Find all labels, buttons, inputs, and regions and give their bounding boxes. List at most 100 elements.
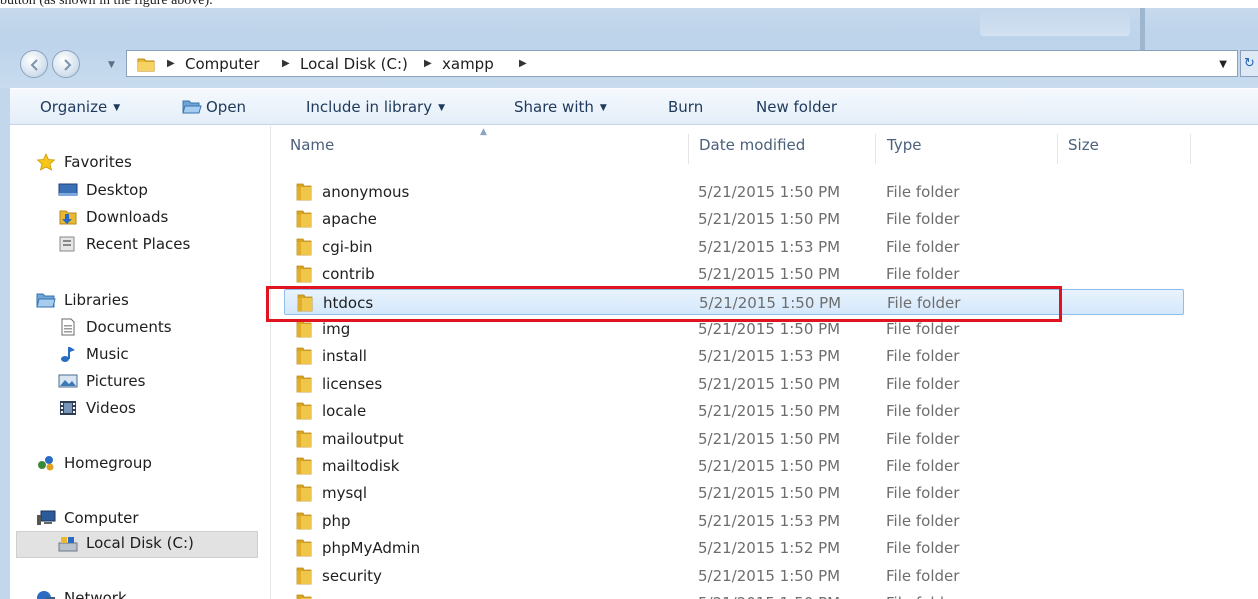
table-row[interactable]: mailoutput 5/21/2015 1:50 PM File folder — [284, 426, 1184, 452]
share-with-button[interactable]: Share with ▼ — [514, 98, 607, 116]
file-date-modified: 5/21/2015 1:50 PM — [698, 594, 840, 599]
nav-libraries-label: Libraries — [64, 291, 129, 309]
folder-icon — [296, 347, 312, 365]
file-date-modified: 5/21/2015 1:50 PM — [698, 183, 841, 201]
breadcrumb-local-disk[interactable]: Local Disk (C:) — [300, 55, 408, 73]
file-type: File folder — [886, 320, 960, 338]
libraries-icon — [36, 293, 56, 308]
table-row[interactable]: contrib 5/21/2015 1:50 PM File folder — [284, 261, 1184, 287]
file-type: File folder — [886, 265, 960, 284]
new-folder-button[interactable]: New folder — [756, 98, 837, 116]
file-type: File folder — [886, 429, 960, 448]
breadcrumb-separator-icon[interactable]: ▶ — [424, 58, 432, 69]
nav-homegroup-label: Homegroup — [64, 454, 152, 472]
open-button[interactable]: Open — [206, 98, 246, 116]
recent-pages-chevron-icon[interactable]: ▼ — [108, 60, 115, 70]
table-row[interactable]: phpMyAdmin 5/21/2015 1:52 PM File folder — [284, 535, 1184, 561]
network-icon — [37, 591, 55, 599]
nav-local-disk[interactable]: Local Disk (C:) — [16, 531, 258, 558]
pane-splitter[interactable] — [270, 126, 271, 599]
file-name: install — [322, 347, 367, 366]
address-history-dropdown-icon[interactable]: ▼ — [1219, 59, 1227, 70]
organize-button[interactable]: Organize ▼ — [40, 98, 120, 116]
file-type: File folder — [886, 566, 960, 585]
drive-icon — [58, 537, 78, 552]
file-type: File folder — [886, 539, 960, 558]
dropdown-caret-icon: ▼ — [113, 103, 121, 113]
file-date-modified: 5/21/2015 1:50 PM — [698, 484, 841, 503]
table-row[interactable]: security 5/21/2015 1:50 PM File folder — [284, 563, 1184, 589]
folder-icon — [296, 320, 312, 338]
share-with-label: Share with — [514, 98, 594, 116]
dropdown-caret-icon: ▼ — [438, 103, 445, 113]
folder-icon — [296, 539, 312, 557]
column-resize-handle[interactable] — [688, 134, 689, 164]
star-icon — [36, 153, 56, 171]
back-button[interactable] — [20, 50, 48, 78]
folder-icon — [296, 457, 312, 475]
folder-icon — [296, 430, 312, 447]
column-header-date-modified[interactable]: Date modified — [699, 136, 805, 154]
file-date-modified: 5/21/2015 1:50 PM — [698, 210, 841, 229]
navigation-pane: Favorites Desktop Downloads Recent Place… — [10, 126, 270, 599]
forward-button[interactable] — [52, 50, 80, 78]
folder-icon — [296, 265, 312, 283]
address-bar[interactable]: ▶ Computer ▶ Local Disk (C:) ▶ xampp ▶ ▼ — [126, 50, 1238, 77]
column-header-name[interactable]: Name — [290, 136, 334, 154]
file-name: contrib — [322, 265, 375, 284]
file-date-modified: 5/21/2015 1:50 PM — [698, 566, 841, 585]
column-resize-handle[interactable] — [1057, 134, 1058, 164]
sort-ascending-icon: ▲ — [480, 127, 487, 137]
file-type: File folder — [886, 594, 959, 599]
film-strip-icon — [60, 401, 76, 415]
file-type: File folder — [886, 237, 960, 256]
file-type: File folder — [886, 347, 960, 366]
open-folder-icon[interactable] — [182, 99, 202, 115]
breadcrumb-computer[interactable]: Computer — [185, 55, 260, 73]
file-list: ▲ Name Date modified Type Size anonymous… — [272, 126, 1258, 599]
breadcrumb-xampp[interactable]: xampp — [442, 55, 494, 73]
downloads-folder-icon — [59, 210, 77, 225]
file-date-modified: 5/21/2015 1:50 PM — [698, 320, 841, 338]
nav-local-disk-label: Local Disk (C:) — [86, 534, 194, 552]
file-date-modified: 5/21/2015 1:50 PM — [698, 402, 841, 421]
column-header-type[interactable]: Type — [887, 136, 921, 154]
table-row[interactable]: locale 5/21/2015 1:50 PM File folder — [284, 398, 1184, 424]
column-header-size[interactable]: Size — [1068, 136, 1099, 154]
file-date-modified: 5/21/2015 1:53 PM — [698, 347, 841, 366]
column-resize-handle[interactable] — [1190, 134, 1191, 164]
folder-icon — [296, 512, 312, 530]
folder-icon — [296, 375, 312, 393]
table-row[interactable]: anonymous 5/21/2015 1:50 PM File folder — [284, 179, 1184, 205]
nav-downloads-label: Downloads — [86, 208, 169, 226]
table-row[interactable]: install 5/21/2015 1:53 PM File folder — [284, 343, 1184, 369]
refresh-button[interactable]: ↻ — [1240, 50, 1258, 77]
folder-icon — [296, 594, 312, 599]
table-row[interactable]: mysql 5/21/2015 1:50 PM File folder — [284, 480, 1184, 506]
documents-icon — [61, 318, 75, 336]
file-name: licenses — [322, 374, 383, 393]
nav-favorites-label: Favorites — [64, 153, 132, 171]
nav-recent-places-label: Recent Places — [86, 235, 191, 253]
file-type: File folder — [886, 402, 960, 421]
table-row[interactable]: apache 5/21/2015 1:50 PM File folder — [284, 206, 1184, 232]
breadcrumb-separator-icon[interactable]: ▶ — [167, 58, 175, 69]
file-name: phpMyAdmin — [322, 539, 421, 558]
nav-documents-label: Documents — [86, 318, 172, 336]
burn-button[interactable]: Burn — [668, 98, 703, 116]
folder-icon — [137, 58, 155, 72]
breadcrumb-separator-icon[interactable]: ▶ — [282, 58, 290, 69]
breadcrumb-separator-icon[interactable]: ▶ — [519, 58, 527, 69]
folder-icon — [296, 210, 312, 228]
table-row[interactable]: src 5/21/2015 1:50 PM File folder — [284, 590, 1184, 599]
file-name: img — [322, 320, 351, 338]
nav-music-label: Music — [86, 345, 129, 363]
table-row[interactable]: mailtodisk 5/21/2015 1:50 PM File folder — [284, 453, 1184, 479]
column-resize-handle[interactable] — [875, 134, 876, 164]
table-row[interactable]: php 5/21/2015 1:53 PM File folder — [284, 508, 1184, 534]
include-in-library-button[interactable]: Include in library ▼ — [306, 98, 445, 116]
table-row[interactable]: licenses 5/21/2015 1:50 PM File folder — [284, 371, 1184, 397]
file-date-modified: 5/21/2015 1:53 PM — [698, 511, 841, 530]
pictures-icon — [58, 374, 78, 388]
table-row[interactable]: cgi-bin 5/21/2015 1:53 PM File folder — [284, 234, 1184, 260]
